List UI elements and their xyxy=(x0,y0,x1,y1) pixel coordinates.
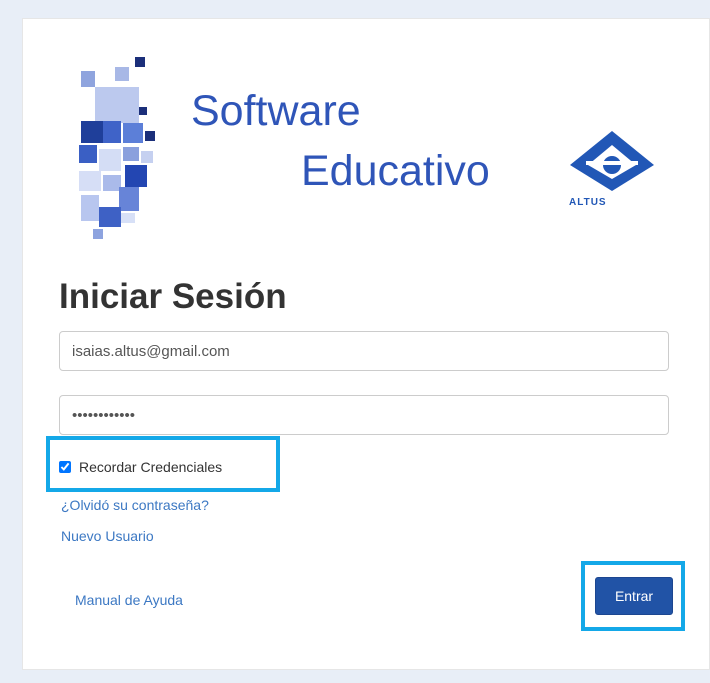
altus-logo-icon xyxy=(570,131,654,191)
email-field[interactable]: isaias.altus@gmail.com xyxy=(59,331,669,371)
password-field[interactable]: •••••••••••• xyxy=(59,395,669,435)
logo-squares-icon xyxy=(79,57,155,239)
password-value: •••••••••••• xyxy=(72,406,136,424)
login-card: Software Educativo ALTUS Iniciar Sesión … xyxy=(22,18,710,670)
login-heading: Iniciar Sesión xyxy=(59,277,287,316)
brand-title-line1: Software xyxy=(191,87,361,135)
brand-title-line2: Educativo xyxy=(301,147,490,195)
submit-highlight-box xyxy=(581,561,685,631)
help-manual-link[interactable]: Manual de Ayuda xyxy=(75,592,183,608)
new-user-link[interactable]: Nuevo Usuario xyxy=(61,528,154,544)
email-value: isaias.altus@gmail.com xyxy=(72,342,230,360)
remember-highlight-box xyxy=(46,436,280,492)
altus-logo-text: ALTUS xyxy=(569,197,607,208)
forgot-password-link[interactable]: ¿Olvidó su contraseña? xyxy=(61,497,209,513)
